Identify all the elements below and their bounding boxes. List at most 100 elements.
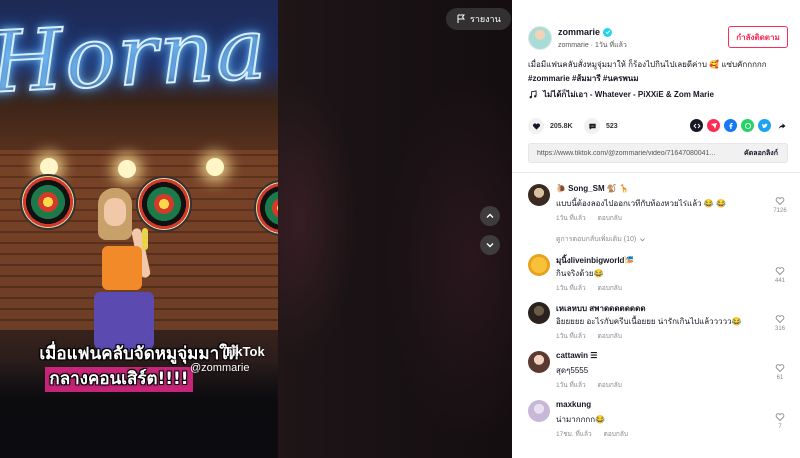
tiktok-watermark-logo: TikTok [224, 344, 265, 359]
action-bar: 205.8K 523 [528, 118, 788, 136]
comment-time: 1วัน ที่แล้ว [556, 382, 586, 389]
reply-button[interactable]: ตอบกลับ [598, 283, 622, 293]
whatsapp-icon[interactable] [741, 119, 754, 132]
reply-button[interactable]: ตอบกลับ [604, 429, 628, 439]
commenter-avatar[interactable] [528, 184, 550, 206]
like-count: 205.8K [550, 122, 573, 130]
music-row[interactable]: ไม่ได้ก็ไม่เอา - Whatever - PiXXiE & Zom… [528, 88, 788, 101]
music-title[interactable]: ไม่ได้ก็ไม่เอา - Whatever - PiXXiE & Zom… [543, 88, 714, 101]
heart-outline-icon[interactable] [775, 266, 785, 276]
comment-item: มุนิ้งliveinbigworld🎏 กินจริงด้วย😂 1วัน … [528, 254, 790, 304]
twitter-icon[interactable] [758, 119, 771, 132]
description-text: เมื่อมีแฟนคลับสั่งหมูจุ่มมาให้ ก็ร้องไปก… [528, 60, 767, 69]
commenter-name[interactable]: 🐌 Song_SM 🐒 🦒 [556, 184, 629, 193]
comment-item: cattawin ☰ สุดๆ5555 1วัน ที่แล้ว ตอบกลับ… [528, 351, 790, 401]
video-player[interactable]: Horna เมื่อแฟนคลับจัดหมูจุ่มมาให้ กลางคอ… [0, 0, 278, 458]
comment-text: กินจริงด้วย😂 [556, 269, 604, 278]
video-link-text[interactable]: https://www.tiktok.com/@zommarie/video/7… [529, 150, 735, 157]
previous-video-button[interactable] [480, 206, 500, 226]
comment-like-count: 7126 [773, 208, 787, 214]
heart-outline-icon[interactable] [775, 363, 785, 373]
share-arrow-icon[interactable] [775, 119, 788, 132]
comment-text: แบบนี้ต้องลองไปออกเวทีกับท้องหวยไร่แล้ว … [556, 199, 726, 208]
commenter-name[interactable]: cattawin ☰ [556, 351, 597, 360]
reply-button[interactable]: ตอบกลับ [598, 213, 622, 223]
chevron-down-icon [486, 243, 494, 248]
video-area: Horna เมื่อแฟนคลับจัดหมูจุ่มมาให้ กลางคอ… [0, 0, 512, 458]
comment-like[interactable]: 7 [770, 412, 790, 430]
comment-time: 17ชม. ที่แล้ว [556, 431, 592, 438]
author-name[interactable]: zommarie [558, 27, 600, 37]
comment-like[interactable]: 441 [770, 266, 790, 284]
chevron-down-icon [640, 238, 646, 242]
author-avatar[interactable] [528, 26, 552, 50]
music-note-icon [529, 90, 537, 99]
comment-item: เหเลหบบ สพาดดดดดดดด อิยยยยย อะไรกับครีบเ… [528, 302, 790, 352]
heart-outline-icon[interactable] [775, 314, 785, 324]
comment-like[interactable]: 7126 [770, 196, 790, 214]
comment-item: 🐌 Song_SM 🐒 🦒 แบบนี้ต้องลองไปออกเวทีกับท… [528, 184, 790, 243]
comment-action[interactable]: 523 [584, 118, 618, 134]
comment-text: น่ามากกกก😂 [556, 415, 606, 424]
comment-like[interactable]: 61 [770, 363, 790, 381]
comment-time: 1วัน ที่แล้ว [556, 333, 586, 340]
comment-meta: 1วัน ที่แล้ว ตอบกลับ [556, 331, 622, 341]
like-action[interactable]: 205.8K [528, 118, 573, 134]
embed-icon[interactable] [690, 119, 703, 132]
verified-badge-icon [603, 27, 613, 37]
commenter-name[interactable]: มุนิ้งliveinbigworld🎏 [556, 254, 634, 267]
share-icons [690, 119, 788, 132]
tiktok-friends-icon[interactable] [707, 119, 720, 132]
comment-time: 1วัน ที่แล้ว [556, 215, 586, 222]
commenter-name[interactable]: maxkung [556, 400, 591, 409]
commenter-avatar[interactable] [528, 254, 550, 276]
author-subline: zommarie · 1วัน ที่แล้ว [558, 42, 627, 49]
description-hashtags[interactable]: #zommarie #ส้มมารี #นครพนม [528, 74, 639, 83]
comment-meta: 1วัน ที่แล้ว ตอบกลับ [556, 213, 622, 223]
reply-button[interactable]: ตอบกลับ [598, 380, 622, 390]
comment-like-count: 316 [774, 326, 785, 332]
comment-meta: 1วัน ที่แล้ว ตอบกลับ [556, 283, 622, 293]
comment-like-count: 61 [776, 375, 784, 381]
comment-meta: 17ชม. ที่แล้ว ตอบกลับ [556, 429, 628, 439]
details-panel: zommarie zommarie · 1วัน ที่แล้ว กำลังติ… [512, 0, 800, 458]
comment-like[interactable]: 316 [770, 314, 790, 332]
reply-button[interactable]: ตอบกลับ [598, 331, 622, 341]
heart-outline-icon[interactable] [775, 196, 785, 206]
comment-meta: 1วัน ที่แล้ว ตอบกลับ [556, 380, 622, 390]
facebook-icon[interactable] [724, 119, 737, 132]
copy-link-button[interactable]: คัดลอกลิงก์ [735, 144, 787, 162]
comment-like-count: 7 [778, 424, 782, 430]
comment-like-count: 441 [774, 278, 785, 284]
stage-lamp [118, 160, 136, 178]
view-replies-label[interactable]: ดูการตอบกลับเพิ่มเติม (10) [556, 234, 636, 245]
caption-line-2: กลางคอนเสิร์ต!!!! [45, 367, 193, 392]
commenter-avatar[interactable] [528, 400, 550, 422]
report-button[interactable]: รายงาน [446, 8, 511, 30]
commenter-avatar[interactable] [528, 351, 550, 373]
comment-time: 1วัน ที่แล้ว [556, 285, 586, 292]
comment-text: สุดๆ5555 [556, 366, 589, 375]
comment-count: 523 [606, 122, 618, 130]
commenter-name[interactable]: เหเลหบบ สพาดดดดดดดด [556, 302, 646, 315]
heart-icon[interactable] [528, 118, 544, 134]
following-button[interactable]: กำลังติดตาม [728, 26, 788, 48]
video-description: เมื่อมีแฟนคลับสั่งหมูจุ่มมาให้ ก็ร้องไปก… [528, 58, 788, 86]
comment-text: อิยยยยย อะไรกับครีบเนื้อยยย น่ารักเกินไป… [556, 317, 742, 326]
divider [512, 172, 800, 173]
neon-sign-decor: Horna [0, 0, 271, 113]
report-label: รายงาน [470, 14, 501, 24]
video-link-box: https://www.tiktok.com/@zommarie/video/7… [528, 143, 788, 163]
author-header: zommarie zommarie · 1วัน ที่แล้ว กำลังติ… [528, 26, 788, 52]
dartboard-decor [20, 174, 76, 230]
chevron-up-icon [486, 213, 494, 218]
view-more-replies[interactable]: ดูการตอบกลับเพิ่มเติม (10) [556, 234, 646, 245]
comment-item: maxkung น่ามากกกก😂 17ชม. ที่แล้ว ตอบกลับ… [528, 400, 790, 450]
heart-outline-icon[interactable] [775, 412, 785, 422]
tiktok-watermark-user: @zommarie [190, 362, 250, 374]
comment-bubble-icon[interactable] [584, 118, 600, 134]
flag-icon [457, 14, 465, 23]
commenter-avatar[interactable] [528, 302, 550, 324]
author-name-row[interactable]: zommarie [558, 27, 613, 37]
next-video-button[interactable] [480, 235, 500, 255]
